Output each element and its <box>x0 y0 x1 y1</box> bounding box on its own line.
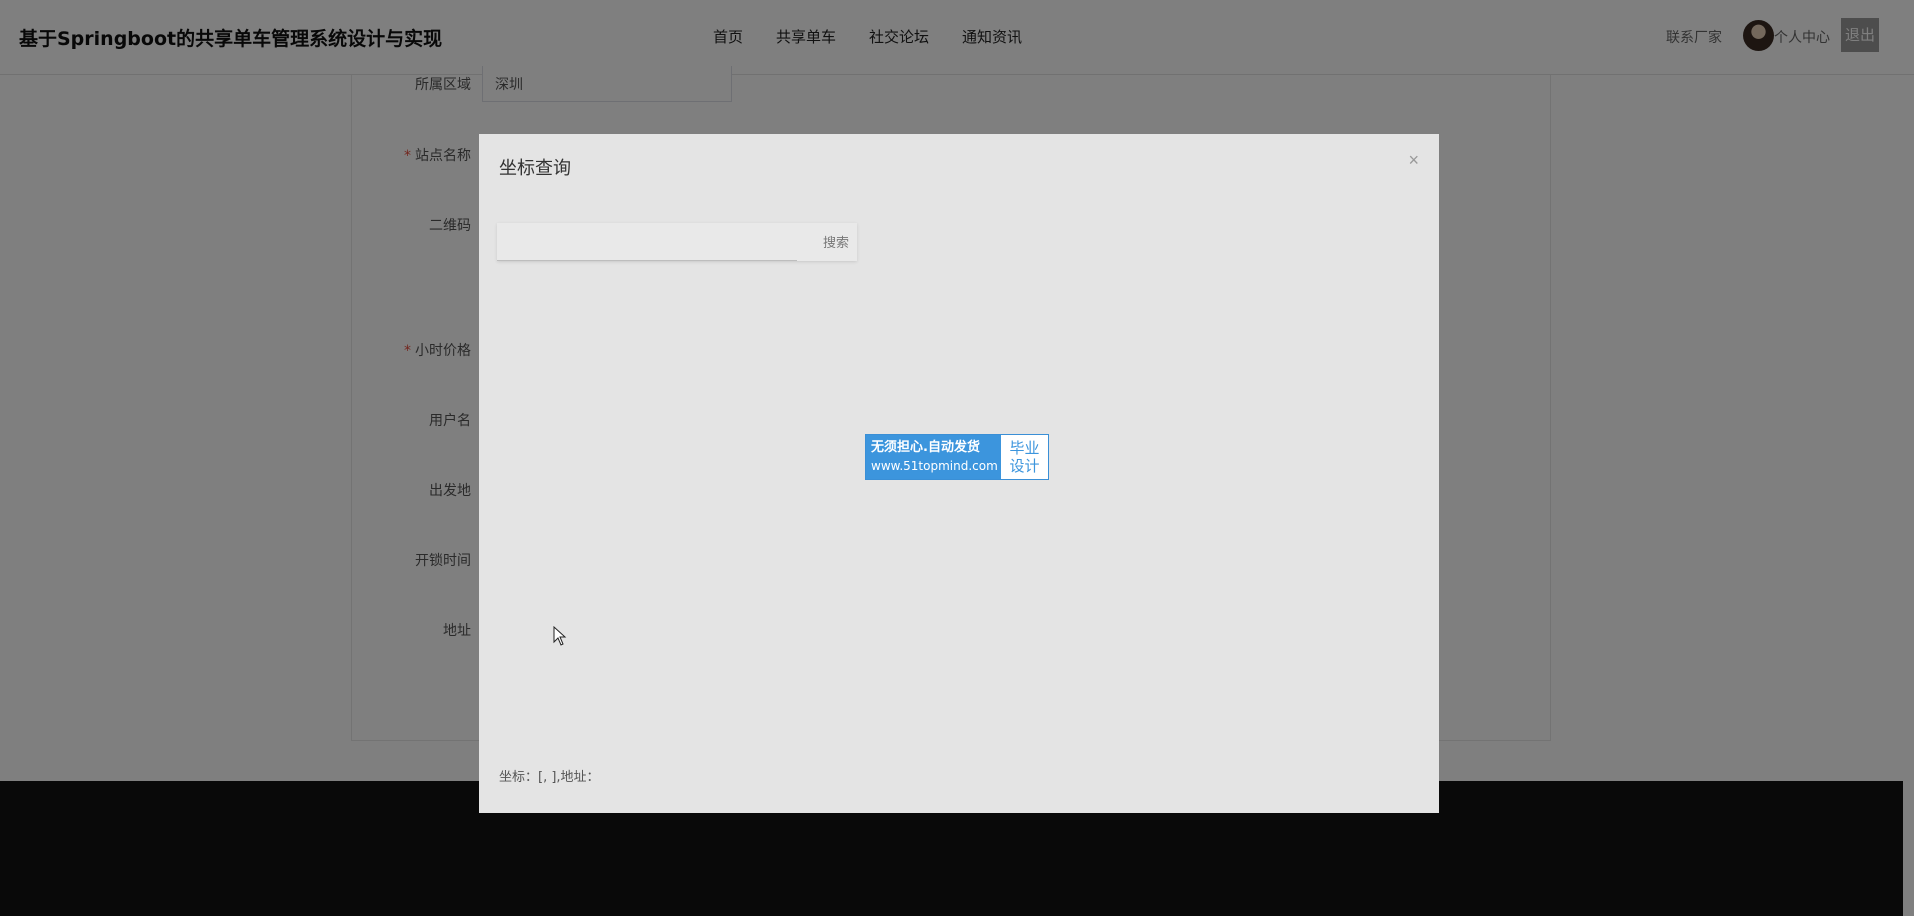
map-search-button[interactable]: 搜索 <box>823 232 849 251</box>
mouse-cursor-icon <box>553 626 567 646</box>
watermark-right2: 设计 <box>1009 457 1040 475</box>
map-search-input[interactable] <box>497 223 797 261</box>
watermark-line2: www.51topmind.com <box>871 459 998 473</box>
coordinate-readout: 坐标：[, ],地址： <box>499 770 600 785</box>
watermark-right1: 毕业 <box>1009 439 1040 457</box>
map-search-box: 搜索 <box>497 223 857 261</box>
watermark-line1: 无须担心.自动发货 <box>871 440 980 455</box>
watermark-text: 无须担心.自动发货 www.51topmind.com <box>866 435 1001 479</box>
dialog-title: 坐标查询 <box>499 158 571 179</box>
close-icon[interactable]: × <box>1408 150 1419 171</box>
coordinate-query-dialog: 坐标查询 × 搜索 无须担心.自动发货 www.51topmind.com 毕业… <box>479 134 1439 813</box>
watermark-badge: 无须担心.自动发货 www.51topmind.com 毕业 设计 <box>865 434 1049 480</box>
watermark-tag: 毕业 设计 <box>1001 435 1048 479</box>
